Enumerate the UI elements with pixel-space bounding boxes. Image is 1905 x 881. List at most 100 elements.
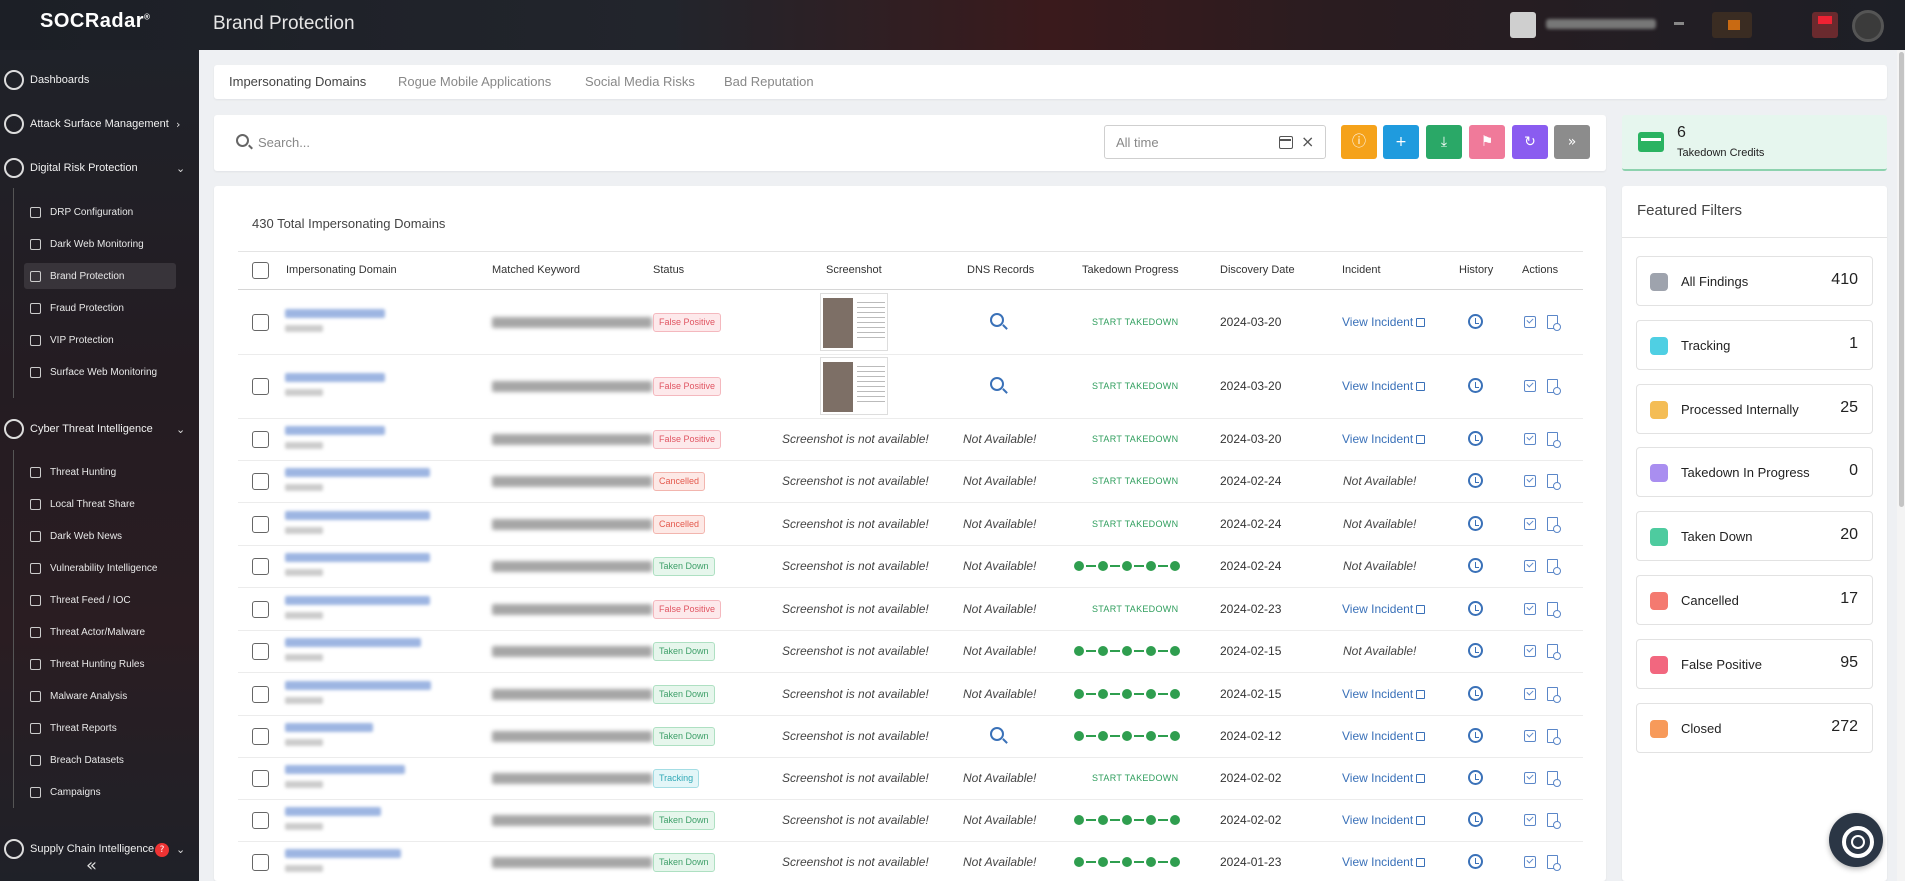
notifications-icon[interactable] (1812, 12, 1838, 38)
row-checkbox[interactable] (252, 473, 269, 490)
sidebar-item-digital-risk[interactable]: Digital Risk Protection ⌄ (0, 153, 199, 183)
user-name-blurred[interactable] (1546, 19, 1656, 29)
sidebar-item-brand-protection[interactable]: Brand Protection (24, 263, 176, 289)
approve-icon[interactable] (1524, 645, 1536, 657)
document-search-icon[interactable] (1547, 855, 1561, 871)
calendar-icon[interactable] (1279, 136, 1293, 149)
sidebar-item-dashboards[interactable]: Dashboards (0, 65, 199, 95)
domain-link[interactable] (285, 553, 430, 562)
document-search-icon[interactable] (1547, 315, 1561, 331)
row-checkbox[interactable] (252, 558, 269, 575)
sidebar-item-fraud-protection[interactable]: Fraud Protection (24, 295, 176, 321)
domain-link[interactable] (285, 373, 385, 382)
sidebar-item-dark-web-monitoring[interactable]: Dark Web Monitoring (24, 231, 176, 257)
screenshot-thumbnail[interactable] (820, 357, 888, 415)
sidebar-item-local-threat-share[interactable]: Local Threat Share (24, 491, 176, 517)
date-range-filter[interactable]: All time × (1104, 125, 1326, 159)
history-icon[interactable] (1468, 431, 1483, 446)
dns-search-icon[interactable] (990, 727, 1004, 741)
history-icon[interactable] (1468, 558, 1483, 573)
tab-bad-reputation[interactable]: Bad Reputation (724, 74, 814, 89)
start-takedown-button[interactable]: START TAKEDOWN (1092, 381, 1178, 391)
row-checkbox[interactable] (252, 728, 269, 745)
profile-avatar[interactable] (1852, 10, 1884, 42)
search-input[interactable] (258, 128, 1078, 156)
download-button[interactable]: ⤓ (1426, 125, 1462, 159)
domain-link[interactable] (285, 680, 431, 690)
socradar-logo[interactable]: SOCRadar® (40, 10, 150, 33)
start-takedown-button[interactable]: START TAKEDOWN (1092, 434, 1178, 444)
screenshot-thumbnail[interactable] (820, 293, 888, 351)
filter-cancelled[interactable]: Cancelled 17 (1636, 575, 1873, 625)
history-icon[interactable] (1468, 473, 1483, 488)
info-button[interactable]: ⓘ (1341, 125, 1377, 159)
sidebar-item-threat-actor-malware[interactable]: Threat Actor/Malware (24, 619, 176, 645)
domain-link[interactable] (285, 765, 405, 774)
history-icon[interactable] (1468, 685, 1483, 701)
document-search-icon[interactable] (1547, 644, 1561, 660)
sidebar-item-vip-protection[interactable]: VIP Protection (24, 327, 176, 353)
filter-taken-down[interactable]: Taken Down 20 (1636, 511, 1873, 562)
approve-icon[interactable] (1524, 730, 1536, 742)
start-takedown-button[interactable]: START TAKEDOWN (1092, 604, 1178, 614)
sidebar-item-breach-datasets[interactable]: Breach Datasets (24, 747, 176, 773)
header-domain[interactable]: Impersonating Domain (286, 264, 397, 276)
view-incident-link[interactable]: View Incident (1342, 687, 1426, 701)
approve-icon[interactable] (1524, 475, 1536, 487)
organization-switcher[interactable] (1712, 12, 1752, 38)
view-incident-link[interactable]: View Incident (1342, 432, 1426, 446)
dns-search-icon[interactable] (990, 377, 1004, 391)
approve-icon[interactable] (1524, 316, 1536, 328)
row-checkbox[interactable] (252, 431, 269, 448)
document-search-icon[interactable] (1547, 474, 1561, 490)
refresh-button[interactable]: ↻ (1512, 125, 1548, 159)
header-keyword[interactable]: Matched Keyword (492, 264, 580, 276)
document-search-icon[interactable] (1547, 432, 1561, 448)
support-lifebuoy-icon[interactable] (1829, 813, 1883, 867)
dislike-button[interactable]: ⚑ (1469, 125, 1505, 159)
domain-link[interactable] (285, 638, 421, 647)
history-icon[interactable] (1468, 812, 1483, 827)
history-icon[interactable] (1468, 378, 1483, 393)
sidebar-item-surface-web-monitoring[interactable]: Surface Web Monitoring (24, 359, 176, 385)
filter-false-positive[interactable]: False Positive 95 (1636, 638, 1873, 689)
approve-icon[interactable] (1524, 433, 1536, 445)
history-icon[interactable] (1468, 728, 1483, 743)
scrollbar-thumb[interactable] (1899, 52, 1904, 507)
collapse-sidebar-icon[interactable]: « (86, 855, 97, 876)
tab-social-media-risks[interactable]: Social Media Risks (585, 74, 695, 89)
history-icon[interactable] (1468, 600, 1483, 616)
row-checkbox[interactable] (252, 854, 269, 871)
filter-processed-internally[interactable]: Processed Internally 25 (1636, 383, 1873, 434)
domain-link[interactable] (285, 309, 385, 318)
sidebar-item-malware-analysis[interactable]: Malware Analysis (24, 683, 176, 709)
domain-link[interactable] (285, 595, 430, 605)
domain-link[interactable] (285, 807, 381, 816)
chevron-down-icon[interactable] (1674, 22, 1684, 25)
sidebar-item-supply-chain[interactable]: Supply Chain Intelligence ⌄ (0, 834, 199, 864)
approve-icon[interactable] (1524, 814, 1536, 826)
document-search-icon[interactable] (1547, 729, 1561, 745)
domain-link[interactable] (285, 426, 385, 435)
approve-icon[interactable] (1524, 856, 1536, 868)
document-search-icon[interactable] (1547, 559, 1561, 575)
approve-icon[interactable] (1524, 560, 1536, 572)
document-search-icon[interactable] (1547, 379, 1561, 395)
approve-icon[interactable] (1524, 602, 1536, 615)
approve-icon[interactable] (1524, 687, 1536, 700)
row-checkbox[interactable] (252, 600, 269, 618)
sidebar-item-attack-surface[interactable]: Attack Surface Management › (0, 109, 199, 139)
view-incident-link[interactable]: View Incident (1342, 813, 1426, 827)
row-checkbox[interactable] (252, 378, 269, 395)
row-checkbox[interactable] (252, 685, 269, 703)
clear-icon[interactable]: × (1301, 132, 1314, 151)
sidebar-item-drp-configuration[interactable]: DRP Configuration (24, 199, 176, 225)
select-all-checkbox[interactable] (252, 262, 269, 279)
history-icon[interactable] (1468, 515, 1483, 531)
header-status[interactable]: Status (653, 264, 684, 276)
filter-tracking[interactable]: Tracking 1 (1636, 319, 1873, 370)
start-takedown-button[interactable]: START TAKEDOWN (1092, 317, 1178, 327)
view-incident-link[interactable]: View Incident (1342, 729, 1426, 743)
view-incident-link[interactable]: View Incident (1342, 855, 1426, 869)
document-search-icon[interactable] (1547, 771, 1561, 787)
